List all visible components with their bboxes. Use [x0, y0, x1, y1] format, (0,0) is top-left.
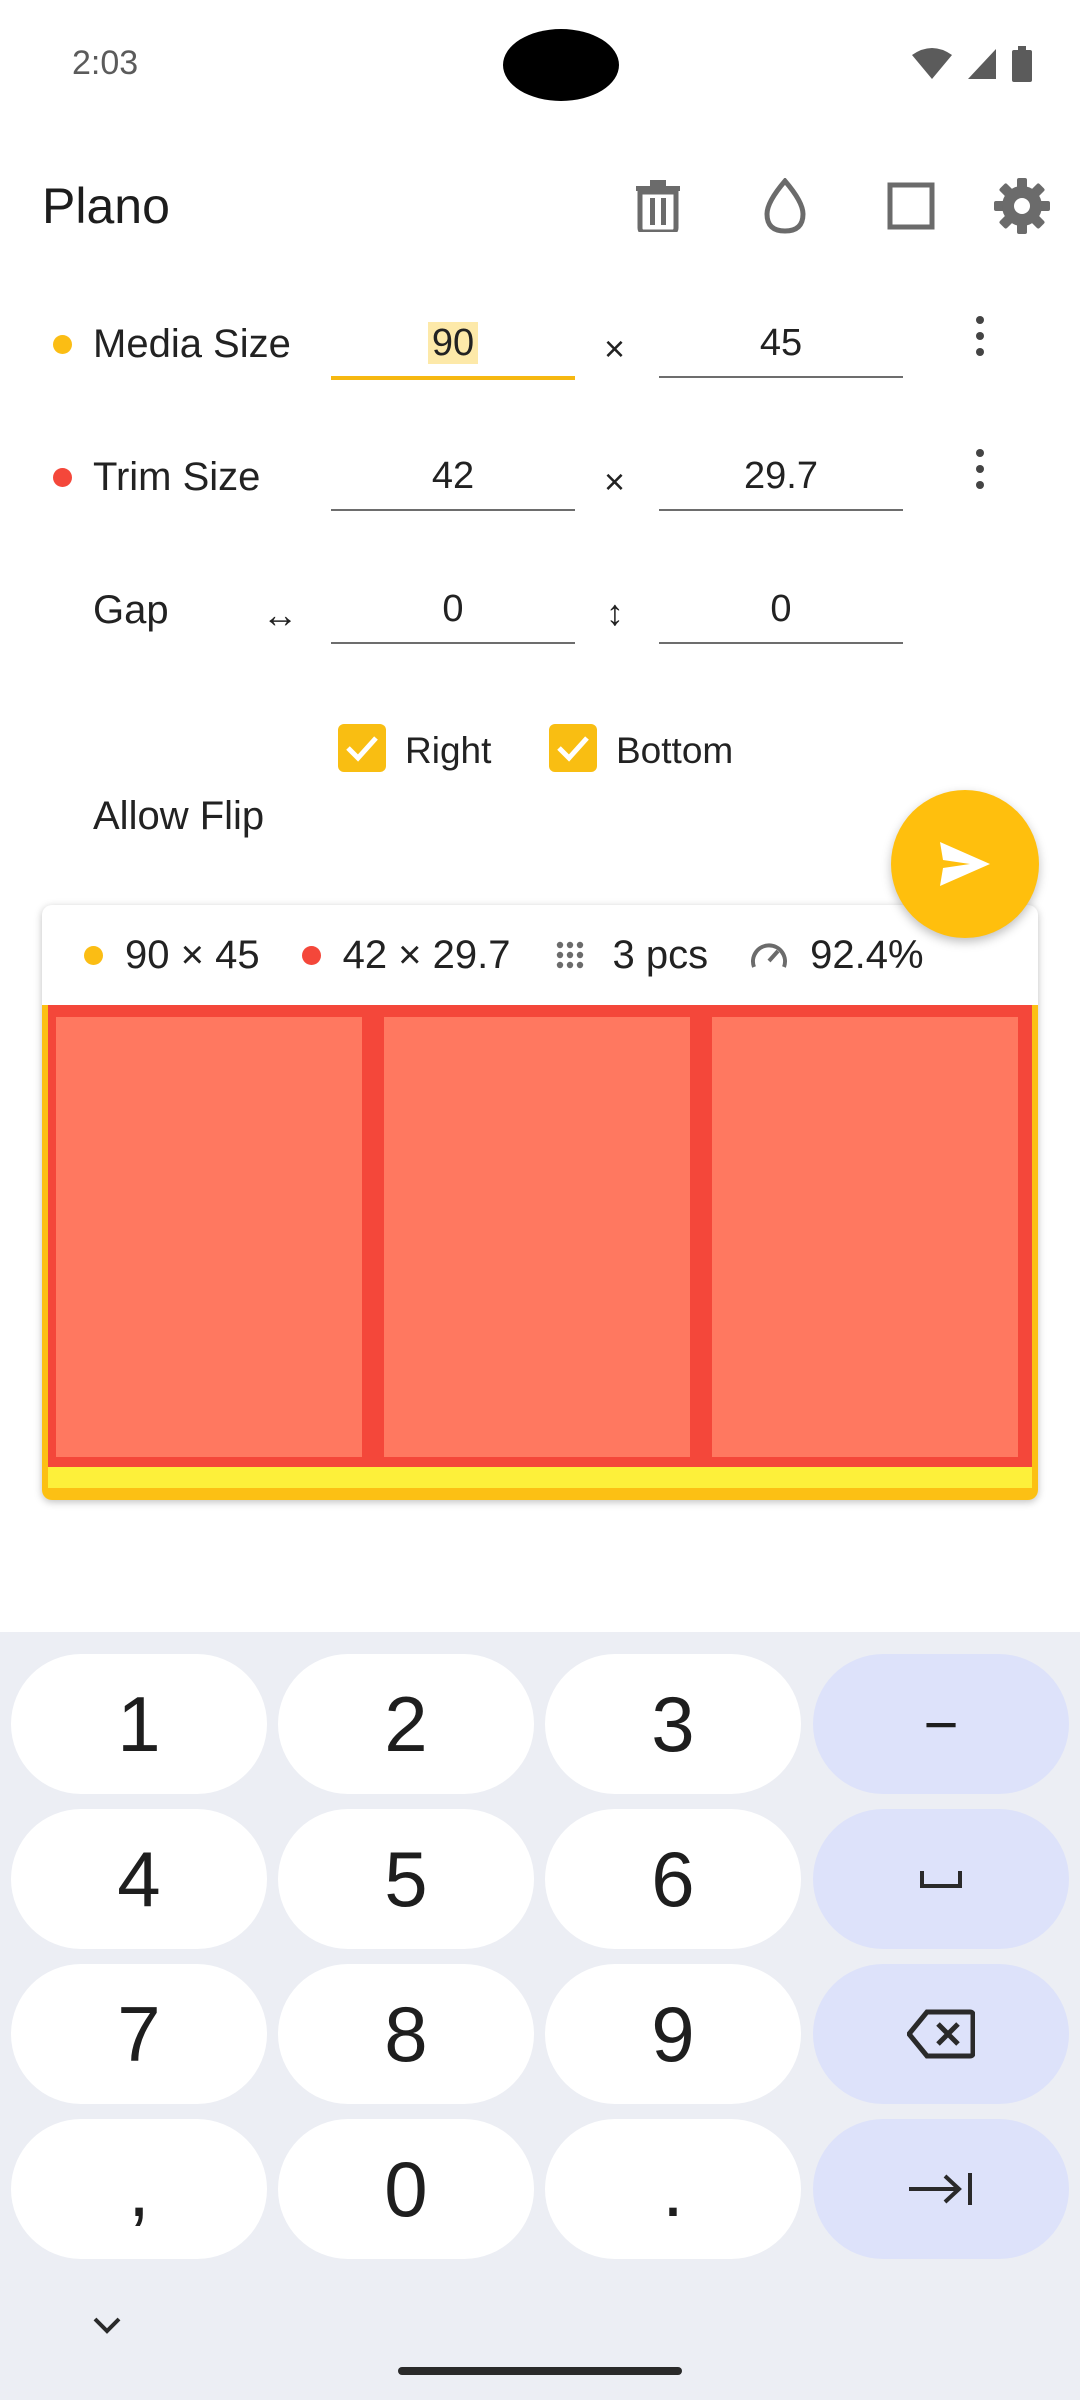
shape-button[interactable] [879, 174, 943, 238]
allow-flip-label: Allow Flip [93, 794, 265, 838]
layout-preview-card: 90 × 45 42 × 29.7 3 pcs 92.4% [42, 905, 1038, 1500]
media-size-label: Media Size [93, 322, 291, 366]
media-inner [48, 1005, 1032, 1488]
tab-icon [909, 2173, 972, 2205]
gap-vertical-icon: ↕ [606, 592, 624, 633]
space-icon [920, 1871, 962, 1888]
flip-right-label: Right [405, 730, 492, 771]
signal-icon [968, 49, 996, 79]
summary-trim: 42 × 29.7 [342, 932, 511, 977]
trim-piece [712, 1017, 1018, 1457]
key-2[interactable]: 2 [278, 1654, 534, 1794]
summary-media: 90 × 45 [125, 932, 260, 977]
key-5[interactable]: 5 [278, 1809, 534, 1949]
speedometer-icon [751, 943, 788, 968]
key-space[interactable] [813, 1809, 1069, 1949]
trim-piece [384, 1017, 690, 1457]
wifi-icon [912, 48, 952, 79]
delete-icon [636, 180, 680, 232]
media-sheet [42, 1005, 1038, 1500]
gap-horizontal-field[interactable]: 0 [331, 576, 575, 644]
key-comma[interactable]: , [11, 2119, 267, 2259]
flip-bottom-label: Bottom [616, 730, 734, 771]
send-icon [940, 842, 990, 886]
status-icons [912, 46, 1032, 82]
key-minus[interactable]: − [813, 1654, 1069, 1794]
delete-button[interactable] [626, 174, 690, 238]
trim-size-label: Trim Size [93, 455, 261, 499]
key-8[interactable]: 8 [278, 1964, 534, 2104]
send-button[interactable] [891, 790, 1039, 938]
key-0[interactable]: 0 [278, 2119, 534, 2259]
settings-button[interactable] [990, 174, 1054, 238]
navigation-handle[interactable] [398, 2367, 682, 2375]
summary-trim-dot [301, 945, 321, 965]
key-6[interactable]: 6 [545, 1809, 801, 1949]
status-time: 2:03 [72, 44, 139, 82]
media-more-button[interactable] [956, 300, 1004, 372]
check-icon [557, 736, 589, 762]
battery-icon [1012, 46, 1032, 82]
gap-vertical-field[interactable]: 0 [659, 576, 903, 644]
chevron-down-icon [93, 2317, 121, 2334]
summary-efficiency: 92.4% [810, 932, 924, 977]
numeric-keyboard: 1 2 3 − 4 5 6 7 8 9 , 0 . [0, 1632, 1080, 2400]
trim-area [48, 1005, 1032, 1467]
key-3[interactable]: 3 [545, 1654, 801, 1794]
key-period[interactable]: . [545, 2119, 801, 2259]
gap-label: Gap [93, 588, 169, 632]
media-color-dot [53, 335, 72, 354]
media-times-sign: × [604, 328, 626, 369]
trim-color-dot [53, 468, 72, 487]
backspace-icon [907, 2009, 975, 2059]
flip-bottom-checkbox[interactable] [549, 724, 597, 772]
check-icon [346, 736, 378, 762]
app-title: Plano [42, 178, 170, 234]
key-1[interactable]: 1 [11, 1654, 267, 1794]
key-9[interactable]: 9 [545, 1964, 801, 2104]
drop-icon [764, 178, 806, 234]
key-backspace[interactable] [813, 1964, 1069, 2104]
trim-piece [56, 1017, 362, 1457]
summary-bar: 90 × 45 42 × 29.7 3 pcs 92.4% [42, 905, 1038, 1005]
color-button[interactable] [753, 174, 817, 238]
media-width-value: 90 [427, 322, 479, 364]
media-height-field[interactable]: 45 [659, 310, 903, 378]
summary-media-dot [84, 945, 103, 965]
camera-cutout [503, 29, 619, 101]
hide-keyboard-button[interactable] [92, 2316, 122, 2339]
flip-right-checkbox[interactable] [338, 724, 386, 772]
grid-icon [556, 941, 583, 969]
gap-horizontal-icon: ↔ [262, 594, 298, 635]
key-tab[interactable] [813, 2119, 1069, 2259]
square-icon [887, 182, 935, 230]
trim-times-sign: × [604, 461, 626, 502]
trim-more-button[interactable] [956, 433, 1004, 505]
trim-height-field[interactable]: 29.7 [659, 443, 903, 511]
key-4[interactable]: 4 [11, 1809, 267, 1949]
media-width-field[interactable]: 90 [331, 310, 575, 380]
trim-width-field[interactable]: 42 [331, 443, 575, 511]
settings-icon [994, 178, 1050, 234]
summary-pieces: 3 pcs [612, 932, 709, 977]
key-7[interactable]: 7 [11, 1964, 267, 2104]
